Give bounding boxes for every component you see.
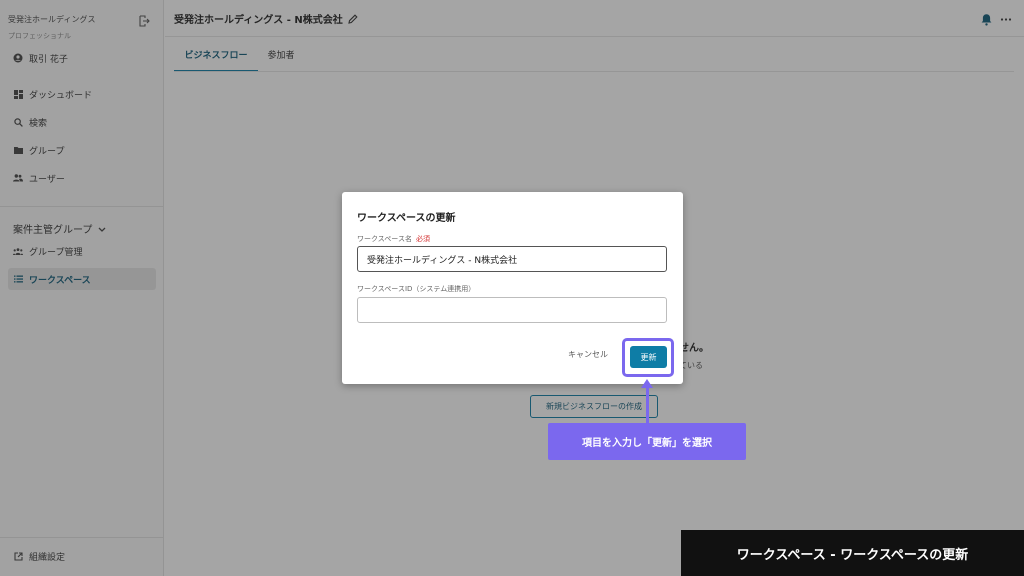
callout-arrow-line [646,385,649,423]
dialog-title: ワークスペースの更新 [357,213,456,224]
workspace-id-label: ワークスペースID（システム連携用） [357,285,476,293]
workspace-name-input[interactable]: 受発注ホールディングス - N株式会社 [357,246,667,272]
update-button[interactable]: 更新 [630,346,667,368]
workspace-name-label: ワークスペース名 必須 [357,234,430,244]
cancel-button[interactable]: キャンセル [568,349,608,360]
screen-caption: ワークスペース - ワークスペースの更新 [681,530,1024,576]
instruction-callout: 項目を入力し「更新」を選択 [548,423,746,460]
workspace-name-label-text: ワークスペース名 [357,235,412,243]
workspace-id-input[interactable] [357,297,667,323]
required-badge: 必須 [415,235,430,243]
